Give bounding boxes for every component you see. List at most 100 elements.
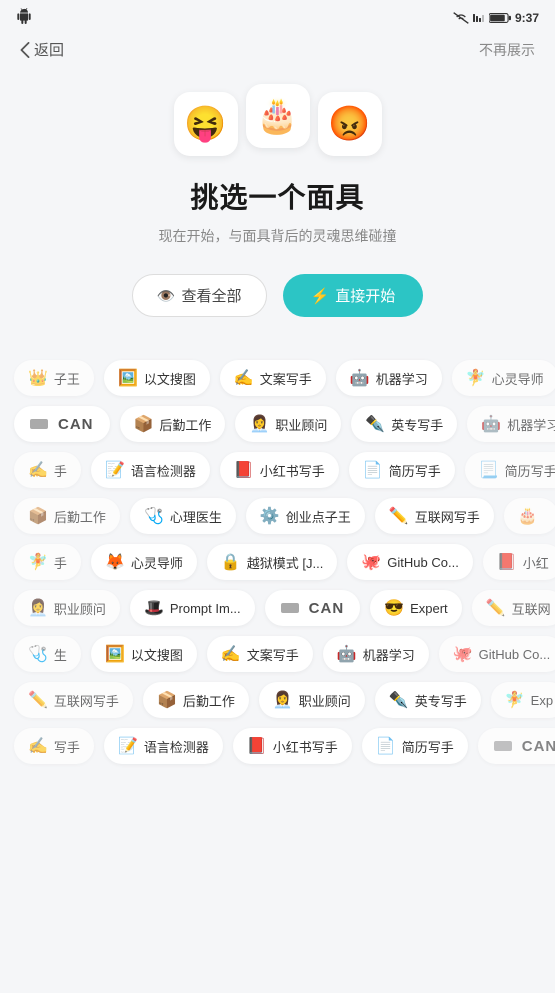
chip-icon-2-0: ✍️ (28, 460, 48, 480)
chip-icon-8-1: 📝 (118, 736, 138, 756)
can-icon (281, 603, 299, 613)
can-label: CAN (522, 738, 555, 755)
chip-5-4[interactable]: ✏️互联网 (472, 590, 555, 626)
chip-1-2[interactable]: 👩‍💼 职业顾问 (235, 406, 341, 442)
emoji-card-1: 😝 (174, 92, 238, 156)
chip-4-0[interactable]: 🧚手 (14, 544, 81, 580)
scroll-row-7: ✏️互联网写手 📦 后勤工作 👩‍💼职业顾问 ✒️英专写手 🧚Exp (0, 677, 555, 723)
chip-8-1[interactable]: 📝语言检测器 (104, 728, 223, 764)
scroll-row-5: 👩‍💼职业顾问 🎩Prompt Im... CAN😎Expert ✏️互联网 (0, 585, 555, 631)
chip-icon-6-0: 🩺 (28, 644, 48, 664)
chip-2-2[interactable]: 📕小红书写手 (220, 452, 339, 488)
chip-0-3[interactable]: 🤖机器学习 (336, 360, 442, 396)
chip-3-3[interactable]: ✏️互联网写手 (375, 498, 494, 534)
status-right: 9:37 (453, 11, 539, 25)
chip-8-2[interactable]: 📕小红书写手 (233, 728, 352, 764)
chip-0-1[interactable]: 🖼️以文搜图 (104, 360, 210, 396)
chip-icon-2-1: 📝 (105, 460, 125, 480)
chip-label-3-1: 心理医生 (170, 507, 222, 526)
chip-label-0-0: 子王 (54, 369, 80, 388)
chip-label-3-2: 创业点子王 (286, 507, 351, 526)
chip-4-2[interactable]: 🔒 越狱模式 [J... (207, 544, 337, 580)
chip-icon-4-0: 🧚 (28, 552, 48, 572)
start-button[interactable]: ⚡ 直接开始 (283, 274, 424, 317)
scroll-row-2: ✍️手 📝语言检测器 📕小红书写手 📄简历写手 📃 简历写手 (0, 447, 555, 493)
chip-5-3[interactable]: 😎Expert (370, 590, 462, 626)
chip-icon-4-2: 🔒 (221, 552, 241, 572)
chip-icon-1-2: 👩‍💼 (249, 414, 269, 434)
chip-6-1[interactable]: 🖼️以文搜图 (91, 636, 197, 672)
chip-label-4-2: 越狱模式 [J... (247, 553, 324, 572)
chip-8-0[interactable]: ✍️写手 (14, 728, 94, 764)
chip-label-2-4: 简历写手 (505, 461, 555, 480)
chip-label-4-1: 心灵导师 (131, 553, 183, 572)
chip-0-4[interactable]: 🧚心灵导师 (452, 360, 555, 396)
chip-4-1[interactable]: 🦊 心灵导师 (91, 544, 197, 580)
chip-1-1[interactable]: 📦后勤工作 (120, 406, 226, 442)
chip-icon-2-4: 📃 (479, 460, 499, 480)
chip-3-0[interactable]: 📦后勤工作 (14, 498, 120, 534)
chip-icon-7-4: 🧚 (505, 690, 525, 710)
chip-6-4[interactable]: 🐙GitHub Co... (439, 636, 555, 672)
chip-label-2-2: 小红书写手 (260, 461, 325, 480)
emoji-card-3: 😡 (318, 92, 382, 156)
chip-label-2-3: 简历写手 (389, 461, 441, 480)
chip-0-2[interactable]: ✍️文案写手 (220, 360, 326, 396)
chip-3-1[interactable]: 🩺 心理医生 (130, 498, 236, 534)
android-icon (16, 8, 32, 27)
scroll-row-6: 🩺生 🖼️以文搜图 ✍️文案写手 🤖机器学习 🐙GitHub Co... (0, 631, 555, 677)
chip-icon-0-0: 👑 (28, 368, 48, 388)
chip-label-7-1: 后勤工作 (183, 691, 235, 710)
chip-3-4[interactable]: 🎂 (504, 498, 555, 534)
chip-1-3[interactable]: ✒️英专写手 (351, 406, 457, 442)
chip-6-0[interactable]: 🩺生 (14, 636, 81, 672)
chip-5-1[interactable]: 🎩Prompt Im... (130, 590, 255, 626)
chip-2-0[interactable]: ✍️手 (14, 452, 81, 488)
chip-7-4[interactable]: 🧚Exp (491, 682, 555, 718)
chip-1-0[interactable]: CAN (14, 406, 110, 442)
can-label: CAN (58, 416, 94, 433)
chip-5-2[interactable]: CAN (265, 590, 361, 626)
chip-label-6-2: 文案写手 (247, 645, 299, 664)
chip-8-4[interactable]: CAN (478, 728, 555, 764)
chip-2-4[interactable]: 📃 简历写手 (465, 452, 555, 488)
chip-6-3[interactable]: 🤖机器学习 (323, 636, 429, 672)
chip-2-1[interactable]: 📝语言检测器 (91, 452, 210, 488)
chip-8-3[interactable]: 📄 简历写手 (362, 728, 468, 764)
chip-0-0[interactable]: 👑 子王 (14, 360, 94, 396)
chip-label-1-2: 职业顾问 (275, 415, 327, 434)
chip-icon-3-4: 🎂 (518, 506, 538, 526)
chip-label-8-3: 简历写手 (402, 737, 454, 756)
chip-icon-7-2: 👩‍💼 (273, 690, 293, 710)
chip-icon-3-1: 🩺 (144, 506, 164, 526)
chip-6-2[interactable]: ✍️文案写手 (207, 636, 313, 672)
chip-icon-7-1: 📦 (157, 690, 177, 710)
chip-label-4-0: 手 (54, 553, 67, 572)
chip-4-4[interactable]: 📕小红 (483, 544, 555, 580)
chip-7-2[interactable]: 👩‍💼职业顾问 (259, 682, 365, 718)
chip-icon-6-4: 🐙 (453, 644, 473, 664)
chip-1-4[interactable]: 🤖机器学习 (467, 406, 555, 442)
chip-7-3[interactable]: ✒️英专写手 (375, 682, 481, 718)
chip-label-6-3: 机器学习 (363, 645, 415, 664)
chip-icon-8-3: 📄 (376, 736, 396, 756)
chip-icon-1-4: 🤖 (481, 414, 501, 434)
chip-icon-8-0: ✍️ (28, 736, 48, 756)
back-button[interactable]: 返回 (20, 39, 64, 60)
chip-3-2[interactable]: ⚙️创业点子王 (246, 498, 365, 534)
chip-icon-7-0: ✏️ (28, 690, 48, 710)
no-show-button[interactable]: 不再展示 (479, 40, 535, 60)
chip-label-5-3: Expert (410, 601, 448, 616)
scroll-row-8: ✍️写手 📝语言检测器 📕小红书写手 📄 简历写手 CAN (0, 723, 555, 769)
chip-2-3[interactable]: 📄简历写手 (349, 452, 455, 488)
chip-4-3[interactable]: 🐙GitHub Co... (347, 544, 472, 580)
chip-label-5-0: 职业顾问 (54, 599, 106, 618)
chip-icon-4-1: 🦊 (105, 552, 125, 572)
chip-label-5-4: 互联网 (512, 599, 551, 618)
chip-label-0-2: 文案写手 (260, 369, 312, 388)
chip-7-1[interactable]: 📦 后勤工作 (143, 682, 249, 718)
chip-5-0[interactable]: 👩‍💼职业顾问 (14, 590, 120, 626)
chip-7-0[interactable]: ✏️互联网写手 (14, 682, 133, 718)
view-all-button[interactable]: 👁️ 查看全部 (132, 274, 267, 317)
chip-icon-4-3: 🐙 (361, 552, 381, 572)
